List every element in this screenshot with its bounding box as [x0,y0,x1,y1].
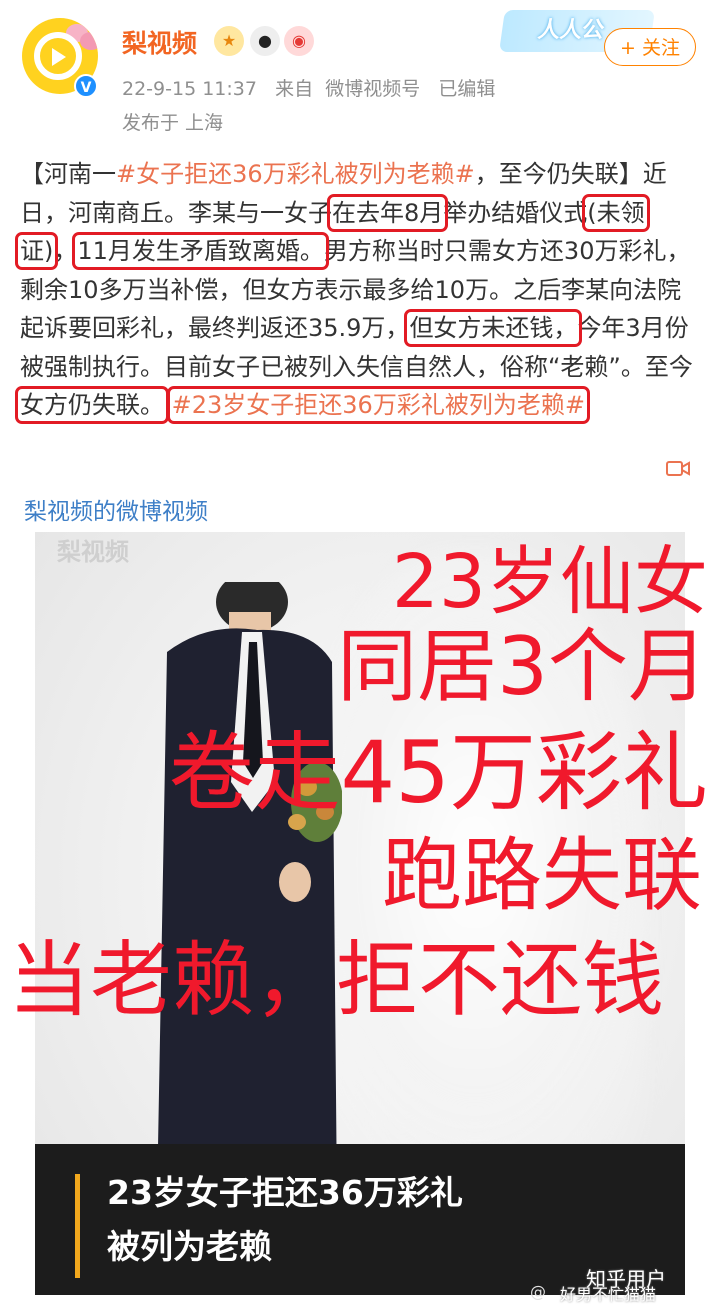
play-icon [52,48,66,66]
location: 发布于 上海 [122,112,224,134]
edited-label: 已编辑 [438,78,496,100]
post-text-segment: 举办结婚仪式 [443,198,588,227]
overlay-text: 跑路失联 [382,829,702,922]
medal-icon: ★ [214,26,244,56]
zhihu-username-watermark: 好男不忙猫猫 [560,1285,657,1304]
verified-icon: V [74,74,98,98]
panda-icon: ● [250,26,280,56]
highlight-box: 在去年8月 [326,193,449,232]
overlay-text: 卷走45万彩礼 [168,723,708,823]
hashtag-link[interactable]: #23岁女子拒还36万彩礼被列为老赖# [166,386,590,424]
video-link[interactable]: 梨视频的微博视频 [24,492,208,526]
video-camera-icon[interactable] [666,460,690,477]
groom-figure [157,582,342,1202]
post-meta: 22-9-15 11:37 来自 微博视频号 已编辑 [122,74,495,101]
flower-decoration [80,32,98,50]
overlay-text: 同居3个月 [337,620,708,713]
highlight-box: 但女方未还钱， [404,309,583,347]
hashtag-link[interactable]: #女子拒还36万彩礼被列为老赖# [116,160,475,188]
post-text: 【河南一#女子拒还36万彩礼被列为老赖#，至今仍失联】近日，河南商丘。李某与一女… [15,155,698,425]
video-watermark: 梨视频 [57,538,129,566]
fire-badge-icon: ◉ [284,26,314,56]
overlay-text: 23岁仙女 [391,539,708,625]
source-link[interactable]: 微博视频号 [325,78,420,100]
caption-line: 23岁女子拒还36万彩礼 [107,1173,463,1212]
highlight-box: 女方仍失联。 [15,386,169,424]
timestamp: 22-9-15 11:37 [122,78,257,100]
post-text-segment: 【河南一 [20,160,116,188]
post-text-segment: ， [53,237,78,265]
highlight-box: 11月发生矛盾致离婚。 [72,232,329,270]
caption-text: 23岁女子拒还36万彩礼 被列为老赖 [107,1166,463,1274]
weibo-watermark: @ [530,1282,546,1301]
follow-button[interactable]: + 关注 [604,28,696,66]
caption-accent-bar [75,1174,80,1278]
username[interactable]: 梨视频 [122,24,197,60]
source-prefix: 来自 [275,78,314,100]
overlay-text: 当老赖，拒不还钱 [8,933,665,1028]
caption-line: 被列为老赖 [107,1227,272,1266]
